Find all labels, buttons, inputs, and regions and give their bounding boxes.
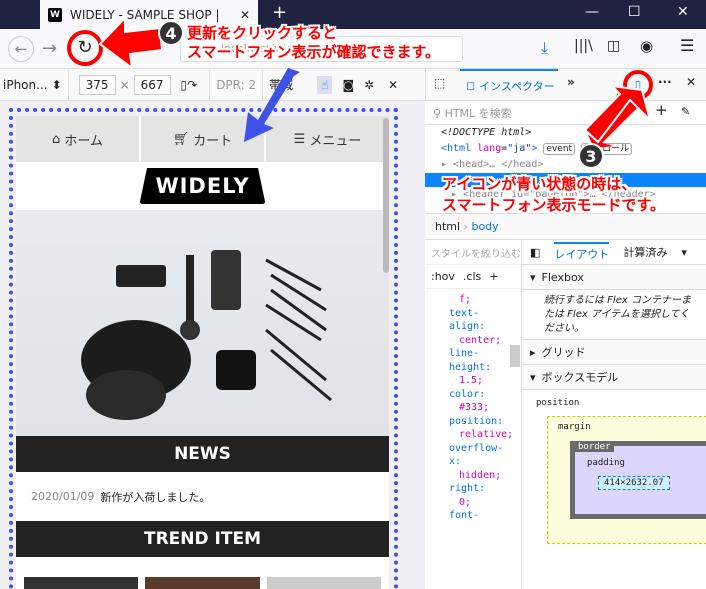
red-arrow-4 [98, 15, 164, 71]
step-3-badge: 3 [578, 143, 604, 169]
step-3-text: アイコンが青い状態の時は、 スマートフォン表示モードです。 [442, 175, 666, 214]
step-4-text: 更新をクリックすると スマートフォン表示が確認できます。 [187, 24, 441, 61]
annotation-arrows [98, 15, 652, 148]
blue-arrow [244, 68, 300, 142]
step-4-badge: 4 [158, 20, 184, 46]
